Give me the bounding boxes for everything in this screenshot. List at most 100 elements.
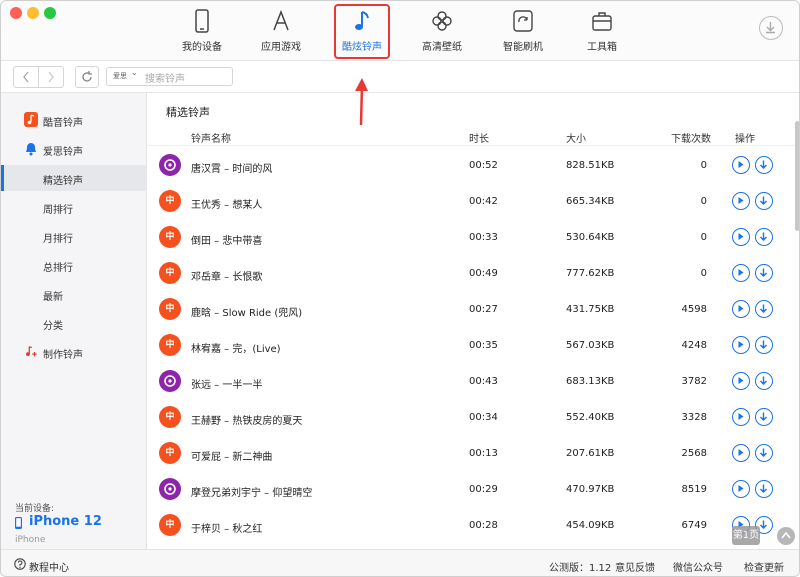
download-button[interactable] xyxy=(755,336,773,354)
play-button[interactable] xyxy=(732,300,750,318)
tab-flash[interactable]: 智能刷机 xyxy=(478,6,568,58)
ringtone-duration: 00:27 xyxy=(469,304,498,315)
ringtone-downloads: 0 xyxy=(700,232,707,243)
sidebar-item-monthly[interactable]: 月排行 xyxy=(1,223,147,249)
tab-toolbox-label: 工具箱 xyxy=(587,42,617,53)
sidebar-item-weekly[interactable]: 周排行 xyxy=(1,194,147,220)
play-button[interactable] xyxy=(732,192,750,210)
zoom-window-button[interactable] xyxy=(44,7,56,19)
search-box[interactable]: 爱思 ⌄ 搜索铃声 xyxy=(106,67,233,86)
play-icon xyxy=(738,377,744,384)
close-window-button[interactable] xyxy=(10,7,22,19)
play-button[interactable] xyxy=(732,372,750,390)
sidebar-item-newest[interactable]: 最新 xyxy=(1,281,147,307)
download-button[interactable] xyxy=(755,444,773,462)
download-icon xyxy=(766,22,775,34)
download-manager-button[interactable] xyxy=(759,16,783,40)
forward-button[interactable] xyxy=(38,66,64,88)
make-ringtone-icon xyxy=(26,346,37,357)
play-button[interactable] xyxy=(732,228,750,246)
table-row[interactable]: 中 林宥嘉 – 完，(Live) 00:35 567.03KB 4248 xyxy=(147,328,799,363)
feedback-link[interactable]: 意见反馈 xyxy=(615,559,655,574)
column-size-header[interactable]: 大小 xyxy=(566,130,586,145)
play-button[interactable] xyxy=(732,264,750,282)
ringtone-size: 665.34KB xyxy=(566,196,615,207)
chevron-left-icon xyxy=(23,71,29,83)
minimize-window-button[interactable] xyxy=(27,7,39,19)
download-arrow-icon xyxy=(760,232,767,241)
download-button[interactable] xyxy=(755,192,773,210)
play-button[interactable] xyxy=(732,156,750,174)
tutorial-center-link[interactable]: 教程中心 xyxy=(29,559,69,574)
download-button[interactable] xyxy=(755,228,773,246)
sidebar-item-kuyin[interactable]: 酷音铃声 xyxy=(1,107,147,133)
search-scope-select[interactable]: 爱思 xyxy=(113,71,127,81)
apps-icon xyxy=(273,9,289,31)
sidebar: 酷音铃声 爱思铃声 精选铃声 周排行 月排行 总排行 最新 分类 制作铃声 当前… xyxy=(1,93,147,549)
table-row[interactable]: 中 于梓贝 – 秋之红 00:28 454.09KB 6749 xyxy=(147,508,799,543)
table-row[interactable]: 摩登兄弟刘宇宁 – 仰望晴空 00:29 470.97KB 8519 xyxy=(147,472,799,507)
download-button[interactable] xyxy=(755,300,773,318)
tab-ringtones[interactable]: 酷炫铃声 xyxy=(334,4,390,59)
play-button[interactable] xyxy=(732,480,750,498)
tab-apps-games[interactable]: 应用游戏 xyxy=(236,6,326,58)
download-arrow-icon xyxy=(760,160,767,169)
ringtone-size: 431.75KB xyxy=(566,304,615,315)
table-row[interactable]: 中 王优秀 – 想某人 00:42 665.34KB 0 xyxy=(147,184,799,219)
play-button[interactable] xyxy=(732,408,750,426)
play-button[interactable] xyxy=(732,336,750,354)
table-row[interactable]: 唐汉霄 – 时间的风 00:52 828.51KB 0 xyxy=(147,148,799,183)
sidebar-item-label: 月排行 xyxy=(43,234,73,245)
table-row[interactable]: 中 邓岳章 – 长恨歌 00:49 777.62KB 0 xyxy=(147,256,799,291)
tab-flash-label: 智能刷机 xyxy=(503,42,543,53)
sidebar-item-featured[interactable]: 精选铃声 xyxy=(1,165,147,191)
sidebar-item-make-ringtone[interactable]: 制作铃声 xyxy=(1,339,147,365)
play-icon xyxy=(738,485,744,492)
table-row[interactable]: 中 鹿晗 – Slow Ride (兜风) 00:27 431.75KB 4598 xyxy=(147,292,799,327)
back-button[interactable] xyxy=(13,66,39,88)
sidebar-item-categories[interactable]: 分类 xyxy=(1,310,147,336)
download-button[interactable] xyxy=(755,480,773,498)
kuyin-badge-icon: 中 xyxy=(159,514,181,536)
refresh-button[interactable] xyxy=(75,66,99,88)
download-button[interactable] xyxy=(755,264,773,282)
tab-my-device[interactable]: 我的设备 xyxy=(157,6,247,58)
sidebar-item-all-time[interactable]: 总排行 xyxy=(1,252,147,278)
download-arrow-icon xyxy=(760,340,767,349)
app-window: 我的设备 应用游戏 酷炫铃声 高清壁纸 智能刷机 工具箱 爱思 ⌄ 搜索铃声 酷… xyxy=(0,0,800,577)
download-button[interactable] xyxy=(755,408,773,426)
badge-text: 中 xyxy=(165,196,175,206)
check-update-link[interactable]: 检查更新 xyxy=(744,559,784,574)
current-device-panel: 当前设备: iPhone 12 iPhone xyxy=(1,497,147,547)
aisi-badge-icon xyxy=(159,478,181,500)
tab-wallpapers[interactable]: 高清壁纸 xyxy=(397,6,487,58)
tab-wallpapers-label: 高清壁纸 xyxy=(422,42,462,53)
play-button[interactable] xyxy=(732,444,750,462)
back-to-top-button[interactable] xyxy=(777,527,795,545)
table-row[interactable]: 张远 – 一半一半 00:43 683.13KB 3782 xyxy=(147,364,799,399)
sidebar-item-aisi[interactable]: 爱思铃声 xyxy=(1,136,147,162)
vertical-scrollbar[interactable] xyxy=(795,121,799,231)
kuyin-badge-icon: 中 xyxy=(159,298,181,320)
sidebar-item-label: 周排行 xyxy=(43,205,73,216)
column-duration-header[interactable]: 时长 xyxy=(469,130,489,145)
table-row[interactable]: 中 王赫野 – 热铁皮房的夏天 00:34 552.40KB 3328 xyxy=(147,400,799,435)
device-name[interactable]: iPhone 12 xyxy=(29,514,102,529)
search-input[interactable]: 搜索铃声 xyxy=(145,70,185,85)
ringtone-size: 454.09KB xyxy=(566,520,615,531)
tab-ringtones-label: 酷炫铃声 xyxy=(342,42,382,53)
ringtone-size: 207.61KB xyxy=(566,448,615,459)
table-row[interactable]: 中 倒田 – 悲中带喜 00:33 530.64KB 0 xyxy=(147,220,799,255)
tab-toolbox[interactable]: 工具箱 xyxy=(557,6,647,58)
table-row[interactable]: 中 可爱屁 – 新二神曲 00:13 207.61KB 2568 xyxy=(147,436,799,471)
column-downloads-header[interactable]: 下载次数 xyxy=(671,130,711,145)
column-name-header[interactable]: 铃声名称 xyxy=(191,130,231,145)
reload-icon xyxy=(82,71,92,82)
ringtone-name: 摩登兄弟刘宇宁 – 仰望晴空 xyxy=(191,488,313,499)
aisi-badge-icon xyxy=(159,370,181,392)
kuyin-badge-icon: 中 xyxy=(159,442,181,464)
download-button[interactable] xyxy=(755,372,773,390)
ringtone-downloads: 4598 xyxy=(681,304,707,315)
wechat-link[interactable]: 微信公众号 xyxy=(673,559,723,574)
download-button[interactable] xyxy=(755,156,773,174)
